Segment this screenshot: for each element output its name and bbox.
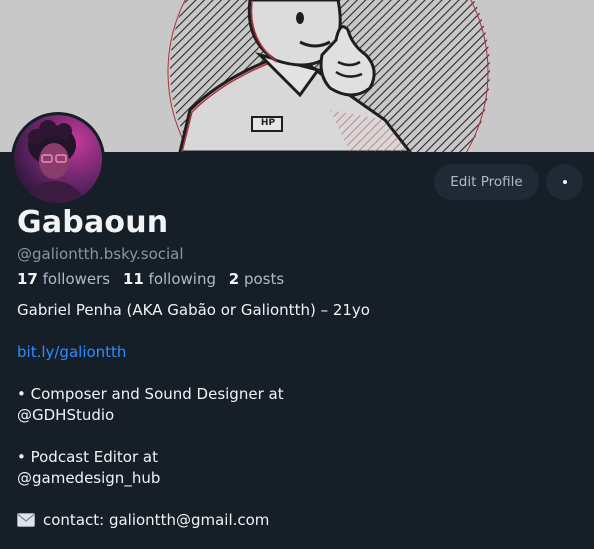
bio-line-podcast: • Podcast Editor at <box>17 448 158 466</box>
envelope-icon <box>17 512 35 533</box>
more-options-button[interactable] <box>546 164 583 200</box>
bio-line-composer: • Composer and Sound Designer at <box>17 385 284 403</box>
bio-mention-gamedesign-hub[interactable]: @gamedesign_hub <box>17 468 577 489</box>
edit-profile-button[interactable]: Edit Profile <box>434 164 539 200</box>
following-label: following <box>148 270 216 288</box>
followers-label: followers <box>42 270 111 288</box>
following-count: 11 <box>122 270 144 288</box>
display-name: Gabaoun <box>17 205 169 240</box>
bio-line-name: Gabriel Penha (AKA Gabão or Galiontth) –… <box>17 301 370 319</box>
posts-label: posts <box>243 270 285 288</box>
profile-handle: @galiontth.bsky.social <box>17 245 184 263</box>
posts-stat: 2 posts <box>229 270 284 288</box>
more-horizontal-icon <box>562 180 567 184</box>
bio-contact-line: contact: galiontth@gmail.com <box>17 510 577 531</box>
avatar[interactable] <box>11 112 105 206</box>
banner-badge-text: HP <box>260 118 276 128</box>
posts-count: 2 <box>228 270 240 288</box>
bio-link[interactable]: bit.ly/galiontth <box>17 343 126 361</box>
following-link[interactable]: 11 following <box>123 270 216 288</box>
followers-link[interactable]: 17 followers <box>17 270 110 288</box>
bio-mention-gdhstudio[interactable]: @GDHStudio <box>17 405 577 426</box>
profile-stats: 17 followers 11 following 2 posts <box>17 270 284 288</box>
bio-contact-text: contact: galiontth@gmail.com <box>43 511 270 529</box>
profile-bio: Gabriel Penha (AKA Gabão or Galiontth) –… <box>17 300 577 531</box>
followers-count: 17 <box>17 270 38 288</box>
